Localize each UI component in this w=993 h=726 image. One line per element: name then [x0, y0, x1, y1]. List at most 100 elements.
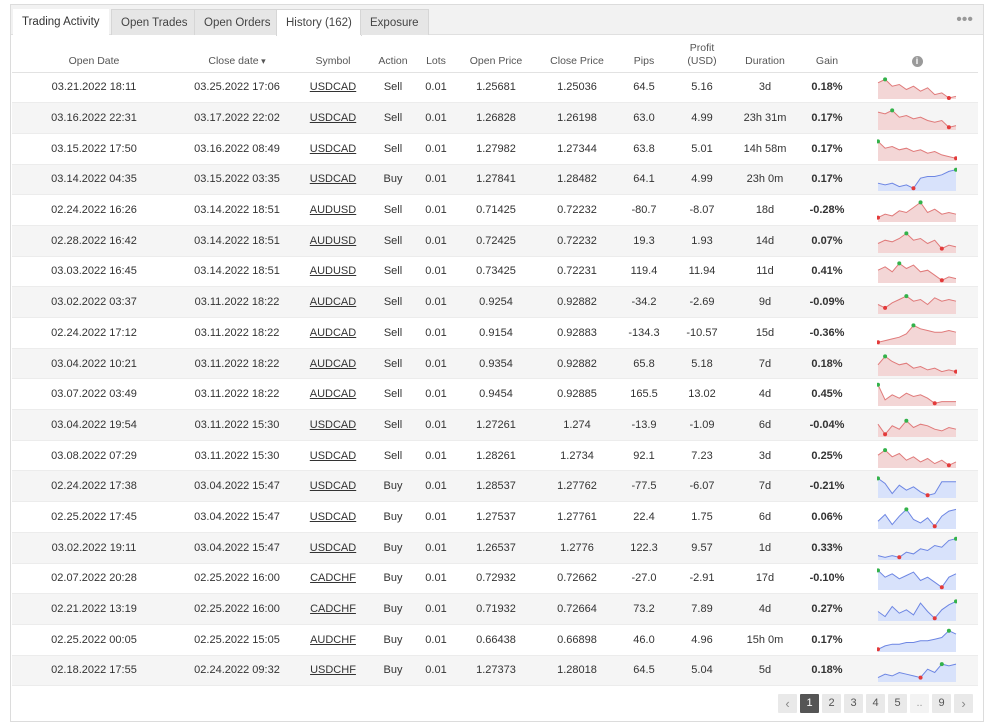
- table-row: 02.18.2022 17:55 02.24.2022 09:32 USDCHF Bu…: [12, 655, 978, 687]
- cell-open-price: 1.26537: [454, 532, 538, 564]
- cell-close-price: 0.72664: [538, 593, 616, 625]
- cell-pips: -13.9: [616, 409, 672, 441]
- symbol-link[interactable]: USDCAD: [310, 419, 356, 431]
- tab-open-orders[interactable]: Open Orders: [194, 9, 281, 35]
- cell-open-price: 1.25681: [454, 72, 538, 104]
- cell-lots: 0.01: [418, 256, 454, 288]
- cell-pips: -77.5: [616, 470, 672, 503]
- col-profit[interactable]: Profit (USD): [672, 41, 732, 73]
- cell-sparkline: [856, 409, 978, 441]
- symbol-link[interactable]: USDCAD: [310, 173, 356, 185]
- col-gain[interactable]: Gain: [798, 41, 856, 73]
- cell-close-date: 03.04.2022 15:47: [176, 532, 298, 564]
- cell-duration: 3d: [732, 72, 798, 104]
- table-row: 03.03.2022 16:45 03.14.2022 18:51 AUDUSD Se…: [12, 256, 978, 288]
- sparkline-chart: [877, 662, 957, 683]
- cell-pips: 46.0: [616, 624, 672, 656]
- symbol-link[interactable]: AUDCAD: [310, 327, 356, 339]
- cell-symbol: USDCAD: [298, 470, 368, 503]
- symbol-link[interactable]: AUDCAD: [310, 358, 356, 370]
- cell-close-date: 03.11.2022 18:22: [176, 348, 298, 380]
- col-open-price[interactable]: Open Price: [454, 41, 538, 73]
- cell-profit: -2.91: [672, 563, 732, 595]
- symbol-link[interactable]: AUDUSD: [310, 204, 356, 216]
- page-button[interactable]: 4: [866, 694, 885, 713]
- cell-gain: -0.28%: [798, 194, 856, 226]
- col-lots[interactable]: Lots: [418, 41, 454, 73]
- page-button[interactable]: 2: [822, 694, 841, 713]
- table-row: 02.25.2022 00:05 02.25.2022 15:05 AUDCHF Bu…: [12, 624, 978, 656]
- page-button[interactable]: 5: [888, 694, 907, 713]
- symbol-link[interactable]: USDCHF: [310, 664, 356, 676]
- symbol-link[interactable]: USDCAD: [310, 450, 356, 462]
- col-close-date[interactable]: Close date: [176, 41, 298, 73]
- sparkline-chart: [877, 628, 957, 652]
- tab-open-trades[interactable]: Open Trades: [111, 9, 198, 35]
- cell-action: Sell: [368, 102, 418, 134]
- symbol-link[interactable]: CADCHF: [310, 603, 356, 615]
- cell-close-price: 1.28018: [538, 655, 616, 687]
- symbol-link[interactable]: USDCAD: [310, 143, 356, 155]
- cell-profit: 7.23: [672, 440, 732, 472]
- cell-open-price: 0.72932: [454, 563, 538, 595]
- sparkline-chart: [877, 599, 957, 622]
- sparkline-low-marker: [883, 432, 888, 437]
- symbol-link[interactable]: USDCAD: [310, 542, 356, 554]
- cell-sparkline: [856, 440, 978, 472]
- cell-action: Sell: [368, 133, 418, 165]
- table-row: 02.07.2022 20:28 02.25.2022 16:00 CADCHF Bu…: [12, 563, 978, 595]
- col-close-price[interactable]: Close Price: [538, 41, 616, 73]
- cell-open-price: 1.26828: [454, 102, 538, 134]
- sparkline-high-marker: [939, 662, 944, 667]
- col-duration[interactable]: Duration: [732, 41, 798, 73]
- ellipsis-icon[interactable]: •••: [956, 11, 973, 29]
- cell-symbol: USDCAD: [298, 440, 368, 472]
- cell-action: Buy: [368, 164, 418, 196]
- cell-lots: 0.01: [418, 133, 454, 165]
- table-row: 03.04.2022 19:54 03.11.2022 15:30 USDCAD Se…: [12, 409, 978, 441]
- cell-open-price: 0.9254: [454, 286, 538, 318]
- cell-profit: 5.16: [672, 72, 732, 104]
- sparkline-chart: [877, 536, 957, 560]
- sparkline-low-marker: [925, 493, 930, 498]
- cell-close-price: 1.27762: [538, 470, 616, 503]
- tab-history[interactable]: History (162): [276, 9, 362, 36]
- page-button[interactable]: 1: [800, 694, 819, 713]
- cell-sparkline: [856, 655, 978, 687]
- next-page-button[interactable]: ›: [954, 694, 973, 713]
- sparkline-area: [878, 538, 956, 560]
- cell-open-price: 1.27537: [454, 501, 538, 533]
- cell-duration: 23h 0m: [732, 164, 798, 196]
- symbol-link[interactable]: AUDUSD: [310, 265, 356, 277]
- page-button[interactable]: 3: [844, 694, 863, 713]
- col-pips[interactable]: Pips: [616, 41, 672, 73]
- prev-page-button[interactable]: ‹: [778, 694, 797, 713]
- symbol-link[interactable]: AUDCAD: [310, 296, 356, 308]
- cell-sparkline: [856, 72, 978, 104]
- symbol-link[interactable]: CADCHF: [310, 572, 356, 584]
- symbol-link[interactable]: USDCAD: [310, 480, 356, 492]
- col-open-date[interactable]: Open Date: [12, 41, 176, 73]
- close-date-label: Close date: [208, 55, 265, 67]
- col-action[interactable]: Action: [368, 41, 418, 73]
- symbol-link[interactable]: USDCAD: [310, 112, 356, 124]
- page-ellipsis: ..: [910, 694, 929, 713]
- info-icon[interactable]: i: [911, 55, 923, 67]
- symbol-link[interactable]: USDCAD: [310, 511, 356, 523]
- sparkline-low-marker: [932, 616, 937, 621]
- sparkline-chart: [877, 447, 957, 468]
- page-button[interactable]: 9: [932, 694, 951, 713]
- cell-duration: 15d: [732, 317, 798, 349]
- symbol-link[interactable]: USDCAD: [310, 81, 356, 93]
- col-symbol[interactable]: Symbol: [298, 41, 368, 73]
- tab-trading-activity[interactable]: Trading Activity: [13, 9, 109, 35]
- tab-exposure[interactable]: Exposure: [360, 9, 429, 35]
- symbol-link[interactable]: AUDUSD: [310, 235, 356, 247]
- cell-gain: 0.17%: [798, 164, 856, 196]
- cell-lots: 0.01: [418, 563, 454, 595]
- cell-lots: 0.01: [418, 164, 454, 196]
- cell-duration: 1d: [732, 532, 798, 564]
- symbol-link[interactable]: AUDCHF: [310, 634, 356, 646]
- cell-pips: 64.1: [616, 164, 672, 196]
- symbol-link[interactable]: AUDCAD: [310, 388, 356, 400]
